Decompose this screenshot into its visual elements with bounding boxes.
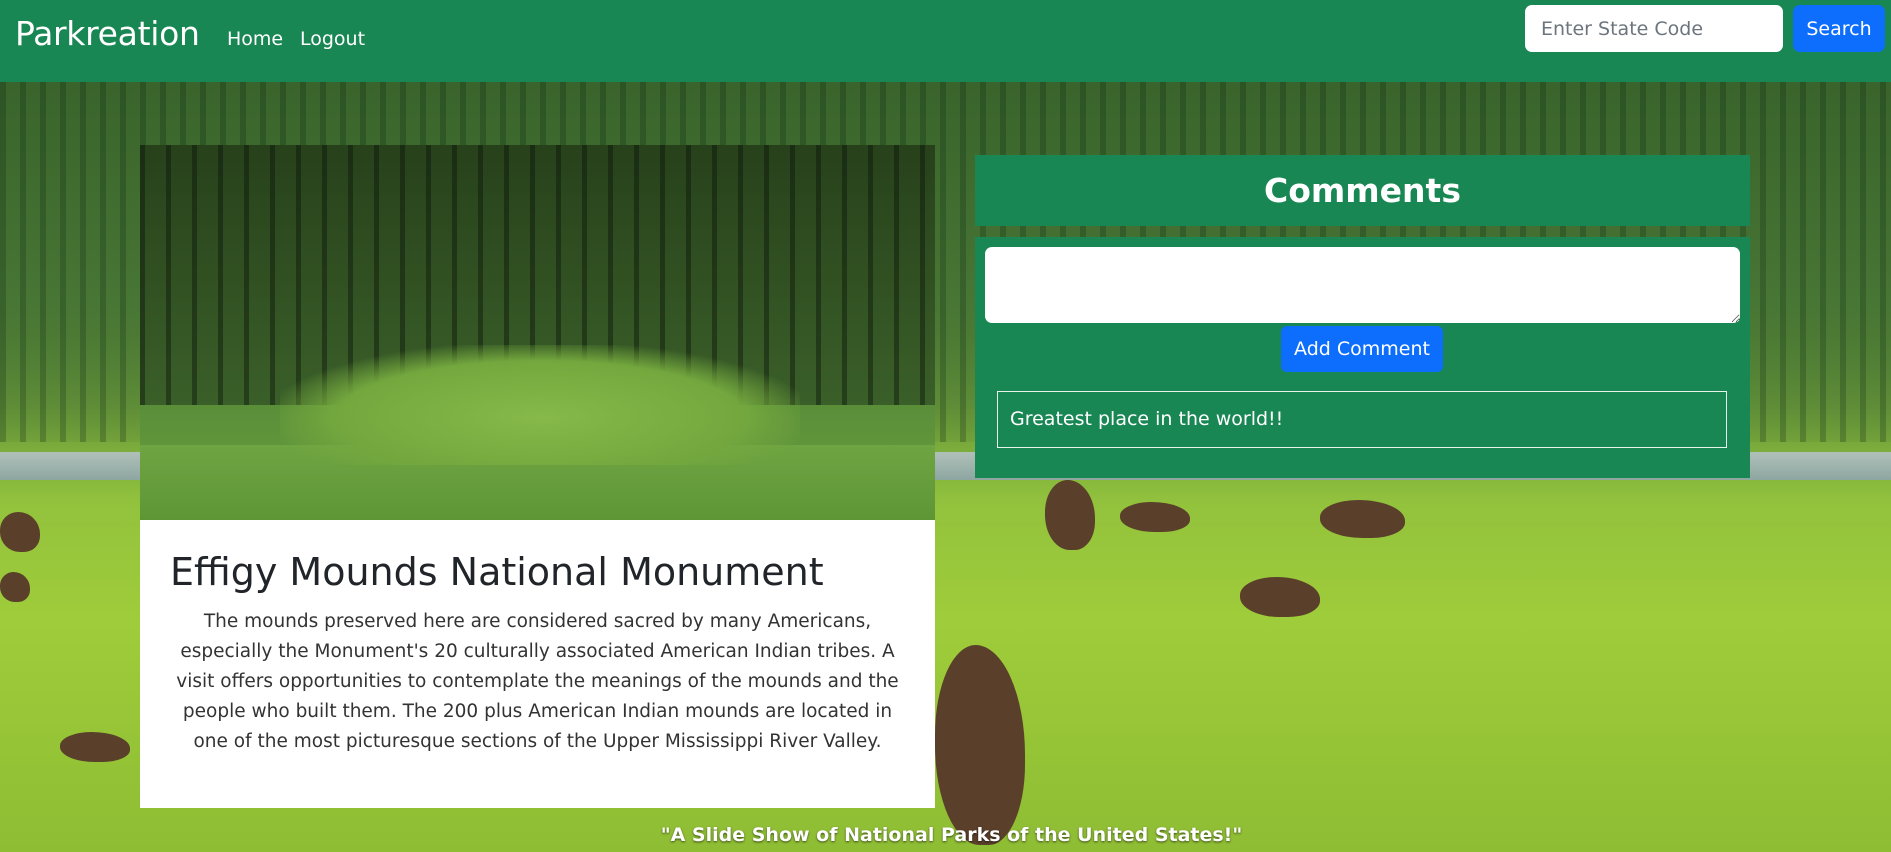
bison <box>1045 480 1095 550</box>
park-photo-mound <box>280 345 800 465</box>
footer-tagline: "A Slide Show of National Parks of the U… <box>660 824 1243 846</box>
bison <box>1240 577 1320 617</box>
state-code-search-input[interactable] <box>1525 5 1783 52</box>
add-comment-button[interactable]: Add Comment <box>1281 326 1443 372</box>
comments-header: Comments <box>975 155 1750 226</box>
search-button[interactable]: Search <box>1793 5 1885 52</box>
nav-home-link[interactable]: Home <box>227 28 283 50</box>
park-card: Effigy Mounds National Monument The moun… <box>140 145 935 808</box>
bison <box>60 732 130 762</box>
bison <box>935 645 1025 845</box>
top-navbar: Parkreation Home Logout Search <box>0 0 1891 82</box>
comment-item: Greatest place in the world!! <box>997 391 1727 448</box>
brand-logo[interactable]: Parkreation <box>15 14 200 53</box>
comment-textarea[interactable] <box>985 247 1740 323</box>
bison <box>1120 502 1190 532</box>
footer: "A Slide Show of National Parks of the U… <box>0 824 1891 846</box>
park-title: Effigy Mounds National Monument <box>170 550 824 594</box>
bison <box>0 512 40 552</box>
park-description: The mounds preserved here are considered… <box>176 611 899 752</box>
bison <box>0 572 30 602</box>
comments-panel: Add Comment Greatest place in the world!… <box>975 237 1750 478</box>
nav-logout-link[interactable]: Logout <box>300 28 365 50</box>
bison <box>1320 500 1405 538</box>
park-photo <box>140 145 935 520</box>
